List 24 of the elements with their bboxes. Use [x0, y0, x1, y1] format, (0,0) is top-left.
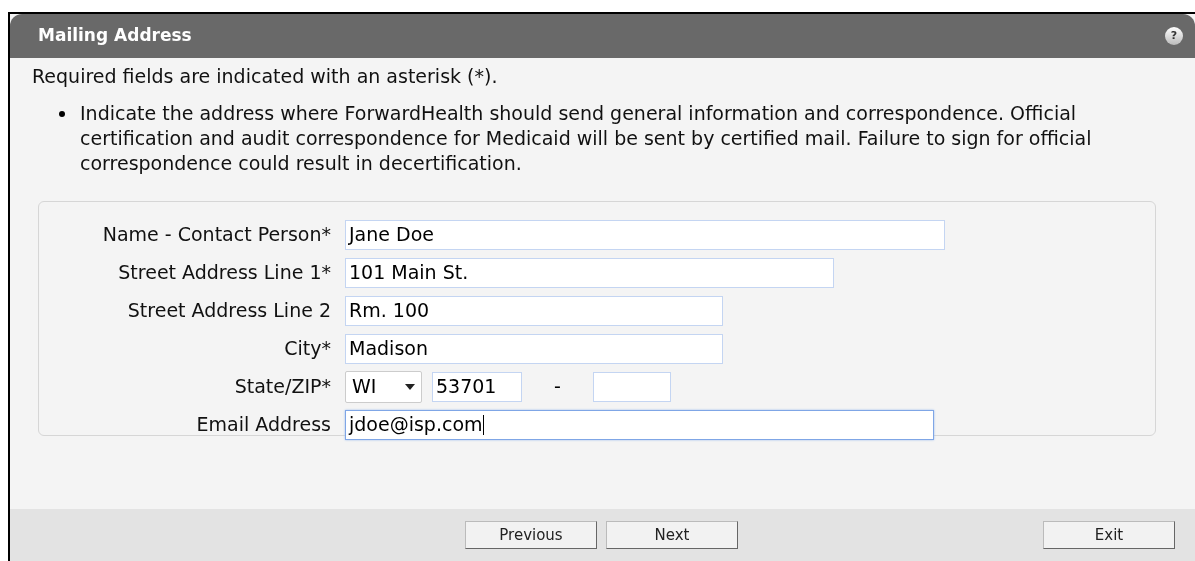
text-field[interactable]: Rm. 100 [345, 295, 723, 326]
required-note: Required fields are indicated with an asterisk (*). [32, 64, 499, 89]
field-label: City* [283, 336, 332, 362]
exit-button[interactable]: Exit [1043, 521, 1175, 549]
field-label: Name - Contact Person* [101, 222, 332, 248]
text-field[interactable]: Jane Doe [345, 219, 945, 250]
caret-icon [405, 383, 415, 390]
help-button[interactable]: ? [1165, 27, 1183, 45]
zip-separator: - [553, 374, 562, 400]
field-label: State/ZIP* [233, 374, 332, 400]
field-label: Street Address Line 1* [117, 260, 332, 286]
text-field[interactable]: jdoe@isp.com [345, 409, 934, 440]
field-label: Email Address [195, 412, 332, 438]
panel-title: Mailing Address [38, 24, 192, 48]
text-field[interactable]: 101 Main St. [345, 257, 834, 288]
state-dropdown[interactable]: WI [345, 370, 422, 403]
instruction-text: Indicate the address where ForwardHealth should send general information and correspondence. Official certification and audit correspondence for Medicaid will be sent by certified mail. Failure to sign for official correspondence could result in decertification. [80, 100, 1093, 176]
bullet-icon [59, 110, 65, 117]
nav-button[interactable]: Next [606, 521, 738, 549]
field-label: Street Address Line 2 [126, 298, 332, 324]
nav-button[interactable]: Previous [465, 521, 597, 549]
zip-field[interactable]: 53701 [432, 371, 522, 402]
text-field[interactable]: Madison [345, 333, 723, 364]
zip-extension-field[interactable] [593, 371, 671, 402]
